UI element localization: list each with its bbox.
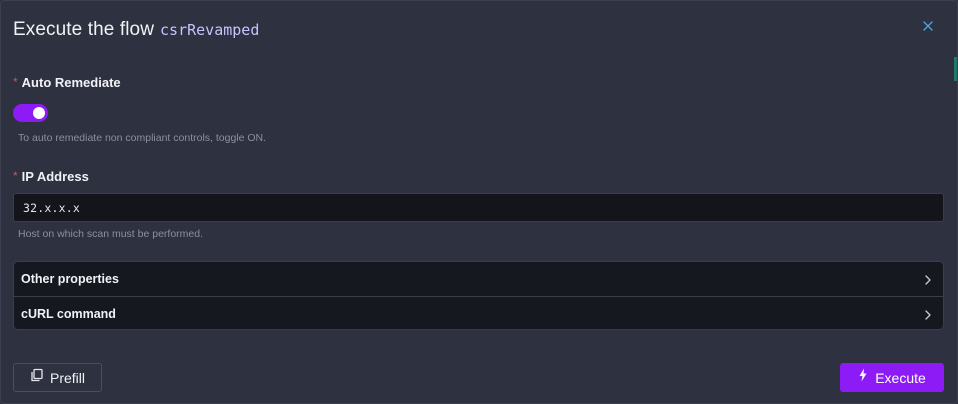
accordion-item-other-properties[interactable]: Other properties [14,262,943,296]
ip-address-value: 32.x.x.x [23,200,80,215]
accordion-item-curl-command[interactable]: cURL command [14,296,943,329]
auto-remediate-help: To auto remediate non compliant controls… [18,132,267,144]
dialog-title: Execute the flow [13,19,155,40]
ip-address-help: Host on which scan must be performed. [18,228,204,240]
prefill-button-label: Prefill [49,369,85,386]
properties-accordion: Other properties cURL command [13,261,944,330]
auto-remediate-label-text: Auto Remediate [21,75,121,90]
execute-button[interactable]: Execute [840,363,944,392]
accordion-item-label: Other properties [21,272,119,286]
required-asterisk: * [13,75,18,89]
chevron-right-icon [923,308,933,320]
ip-address-input[interactable]: 32.x.x.x [13,193,944,222]
required-asterisk: * [13,169,18,183]
ip-address-label-text: IP Address [21,169,89,184]
prefill-button[interactable]: Prefill [13,363,102,392]
auto-remediate-toggle[interactable] [13,104,48,122]
toggle-knob [33,107,45,119]
scroll-edge-indicator [954,57,957,81]
copy-icon [30,368,44,387]
dialog-header: Execute the flow csrRevamped [13,19,259,41]
execute-flow-dialog: Execute the flow csrRevamped * Auto Remed… [0,0,958,404]
execute-button-label: Execute [875,369,926,386]
auto-remediate-label: * Auto Remediate [13,75,121,90]
accordion-item-label: cURL command [21,306,116,321]
lightning-icon [858,368,868,387]
chevron-right-icon [923,273,933,285]
close-icon[interactable] [921,19,935,33]
ip-address-label: * IP Address [13,169,89,184]
flow-name: csrRevamped [160,21,260,39]
